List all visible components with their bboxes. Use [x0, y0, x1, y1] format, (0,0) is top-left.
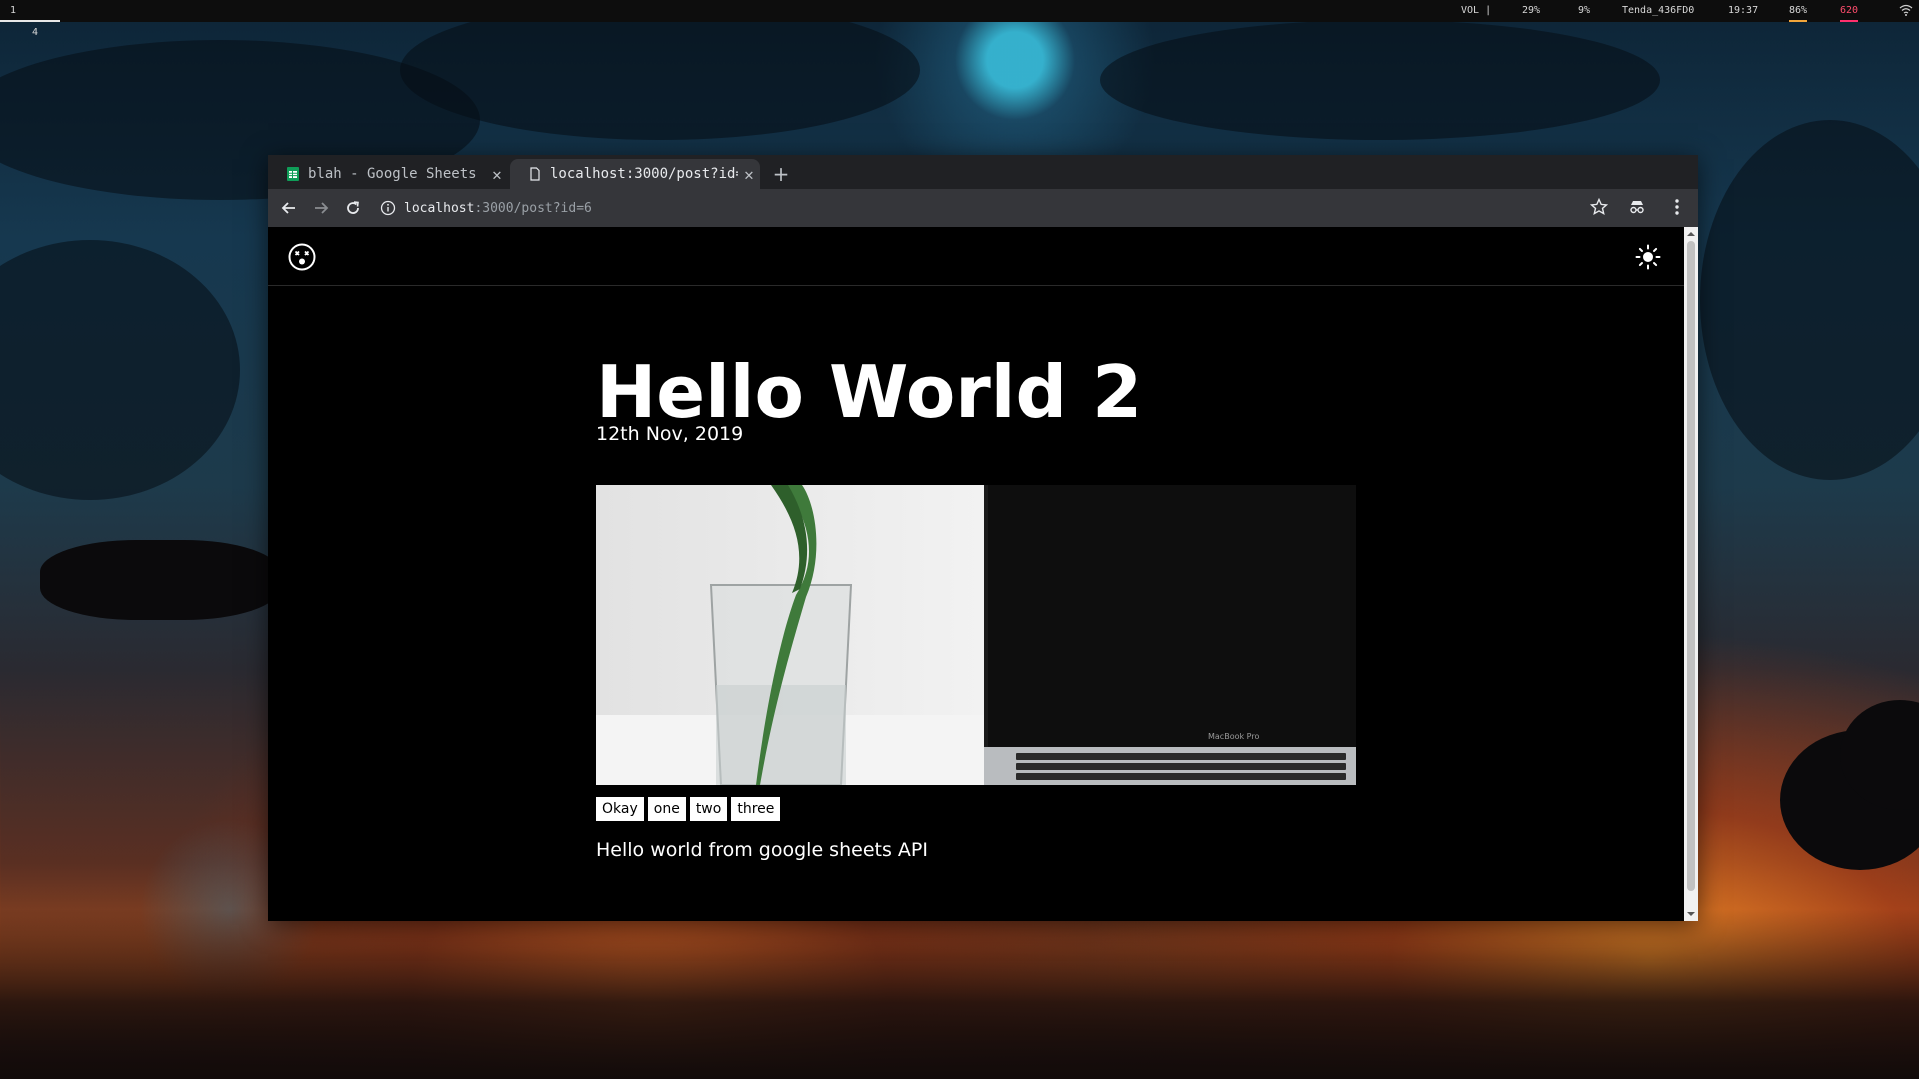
memory-indicator: 9%: [1578, 5, 1591, 16]
workspace-indicator[interactable]: 1 4: [0, 0, 60, 38]
close-tab-icon[interactable]: ✕: [738, 165, 760, 184]
new-tab-button[interactable]: +: [768, 161, 794, 187]
wifi-name: Tenda_436FD0: [1622, 5, 1695, 16]
sun-theme-toggle-icon[interactable]: [1635, 244, 1661, 270]
site-info-icon[interactable]: [380, 200, 396, 216]
wallpaper-cloud: [1100, 20, 1660, 140]
page-icon: [530, 167, 540, 181]
browser-window: blah - Google Sheets ✕ localhost:3000/po…: [268, 155, 1698, 921]
tab-title: localhost:3000/post?id=6: [550, 166, 738, 182]
url-host: localhost: [404, 200, 475, 216]
close-tab-icon[interactable]: ✕: [486, 165, 508, 184]
browser-toolbar: localhost:3000/post?id=6: [268, 189, 1698, 227]
tab-google-sheets[interactable]: blah - Google Sheets ✕: [268, 159, 508, 189]
post-hero-image: MacBook Pro: [596, 485, 1356, 785]
clock: 19:37: [1728, 5, 1759, 16]
tab-strip: blah - Google Sheets ✕ localhost:3000/po…: [268, 155, 1698, 189]
workspace-1[interactable]: 1: [10, 5, 16, 16]
page-viewport: Hello World 2 12th Nov, 2019 MacBook Pro…: [268, 227, 1698, 921]
tab-localhost-post[interactable]: localhost:3000/post?id=6 ✕: [510, 159, 760, 189]
cpu-indicator: 29%: [1522, 5, 1541, 16]
bookmark-star-icon[interactable]: [1590, 198, 1608, 216]
page-scrollbar[interactable]: [1684, 227, 1698, 921]
scroll-up-arrow-icon[interactable]: [1686, 229, 1696, 239]
tab-title: blah - Google Sheets: [308, 166, 477, 182]
wallpaper-hill: [40, 540, 280, 620]
ram-indicator: 620: [1840, 0, 1859, 22]
scroll-thumb[interactable]: [1687, 241, 1695, 891]
wallpaper-cloud: [0, 240, 240, 500]
tag-chip[interactable]: one: [647, 797, 686, 821]
forward-button[interactable]: [308, 195, 334, 221]
post-tags: Okay one two three: [596, 797, 781, 821]
post-date: 12th Nov, 2019: [596, 423, 744, 445]
incognito-extension-icon[interactable]: [1628, 198, 1646, 216]
google-sheets-icon: [287, 167, 299, 181]
post-body: Hello world from google sheets API: [596, 839, 928, 861]
vase-and-laptop-photo: MacBook Pro: [596, 485, 1356, 785]
volume-indicator[interactable]: VOL |: [1461, 0, 1491, 22]
url-path: :3000/post?id=6: [474, 200, 592, 216]
scroll-down-arrow-icon[interactable]: [1686, 909, 1696, 919]
battery-indicator: 86%: [1789, 0, 1808, 22]
post-title: Hello World 2: [596, 350, 1143, 434]
address-bar[interactable]: localhost:3000/post?id=6: [372, 192, 1604, 224]
wallpaper-cloud: [1700, 120, 1919, 480]
arrow-left-icon: [281, 202, 295, 214]
back-button[interactable]: [276, 195, 302, 221]
reload-button[interactable]: [340, 195, 366, 221]
tag-chip[interactable]: two: [689, 797, 728, 821]
arrow-right-icon: [315, 202, 329, 214]
dizzy-face-logo-icon[interactable]: [288, 243, 316, 271]
tag-chip[interactable]: Okay: [596, 797, 644, 821]
system-status-bar: 1 4 VOL | 29% 9% Tenda_436FD0 19:37 86% …: [0, 0, 1919, 38]
wifi-icon: [1899, 4, 1913, 16]
site-header: [268, 227, 1684, 286]
tag-chip[interactable]: three: [731, 797, 781, 821]
hero-caption: MacBook Pro: [1208, 732, 1259, 741]
reload-icon: [347, 201, 359, 214]
wallpaper-hills: [0, 909, 1919, 1079]
workspace-4[interactable]: 4: [32, 27, 38, 38]
kebab-menu-icon[interactable]: [1668, 197, 1686, 217]
